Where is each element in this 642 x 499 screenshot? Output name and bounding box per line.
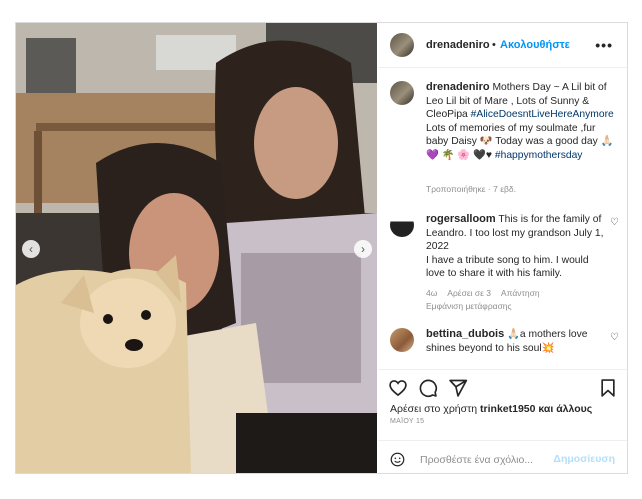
comment-bettina: bettina_dubois 🙏🏻a mothers love shines b…	[426, 328, 604, 355]
emoji-smiley-icon[interactable]	[390, 452, 405, 467]
save-bookmark-icon[interactable]	[598, 378, 618, 398]
comment-avatar-bettina[interactable]	[390, 328, 414, 352]
header-separator: •	[492, 39, 496, 51]
share-send-icon[interactable]	[448, 378, 468, 398]
caption-hashtag-1[interactable]: #AliceDoesntLiveHereAnymore	[471, 109, 614, 120]
post-header: drenadeniro • Ακολουθήστε •••	[378, 23, 627, 68]
comment-reply-button[interactable]: Απάντηση	[501, 288, 540, 298]
add-comment-input[interactable]	[418, 451, 562, 469]
post-comment-button[interactable]: Δημοσίευση	[553, 453, 615, 465]
post-sidebar: drenadeniro • Ακολουθήστε ••• drenadenir…	[378, 23, 627, 473]
next-photo-button[interactable]: ›	[354, 240, 372, 258]
profile-avatar[interactable]	[390, 33, 414, 57]
comment-like-heart-icon[interactable]: ♡	[610, 332, 619, 343]
photo-illustration	[16, 23, 377, 473]
more-options-icon[interactable]: •••	[595, 37, 613, 53]
likes-others-link[interactable]: και άλλους	[538, 403, 592, 415]
comment-age: 4ω	[426, 288, 438, 298]
header-username[interactable]: drenadeniro	[426, 39, 490, 51]
caption-username[interactable]: drenadeniro	[426, 81, 490, 93]
add-comment-bar: Δημοσίευση	[378, 440, 627, 473]
previous-photo-button[interactable]: ‹	[22, 240, 40, 258]
caption-hashtag-2[interactable]: #happymothersday	[495, 150, 583, 161]
comment-likes-count[interactable]: Αρέσει σε 3	[447, 288, 491, 298]
comment-like-heart-icon[interactable]: ♡	[610, 217, 619, 228]
comment-bubble-icon[interactable]	[418, 378, 438, 398]
comment-meta: 4ω Αρέσει σε 3 Απάντηση	[426, 288, 548, 298]
follow-button[interactable]: Ακολουθήστε	[500, 39, 570, 51]
like-heart-icon[interactable]	[388, 378, 408, 398]
post-photo[interactable]: ‹ ›	[16, 23, 377, 473]
comment-rogersalloom: rogersalloom This is for the family of L…	[426, 213, 604, 281]
comment-text-line2: I have a tribute song to him. I would lo…	[426, 254, 589, 280]
comment-username[interactable]: bettina_dubois	[426, 328, 504, 340]
caption-edited: Τροποποιήθηκε · 7 εβδ.	[426, 184, 516, 194]
caption: drenadeniro Mothers Day ~ A Lil bit of L…	[426, 81, 616, 162]
comment-translate-link[interactable]: Εμφάνιση μετάφρασης	[426, 301, 512, 311]
likes-prefix: Αρέσει στο χρήστη	[390, 403, 478, 415]
comment-username[interactable]: rogersalloom	[426, 213, 496, 225]
post-actions: Αρέσει στο χρήστη trinket1950 και άλλους…	[378, 369, 627, 473]
comment-avatar-rogersalloom[interactable]	[390, 213, 414, 237]
post-date: ΜΑΪΟΥ 15	[390, 418, 425, 425]
likes-summary: Αρέσει στο χρήστη trinket1950 και άλλους	[390, 403, 592, 415]
likes-user-link[interactable]: trinket1950	[480, 403, 535, 415]
caption-avatar[interactable]	[390, 81, 414, 105]
instagram-post: ‹ › drenadeniro • Ακολουθήστε ••• drenad…	[15, 22, 628, 474]
